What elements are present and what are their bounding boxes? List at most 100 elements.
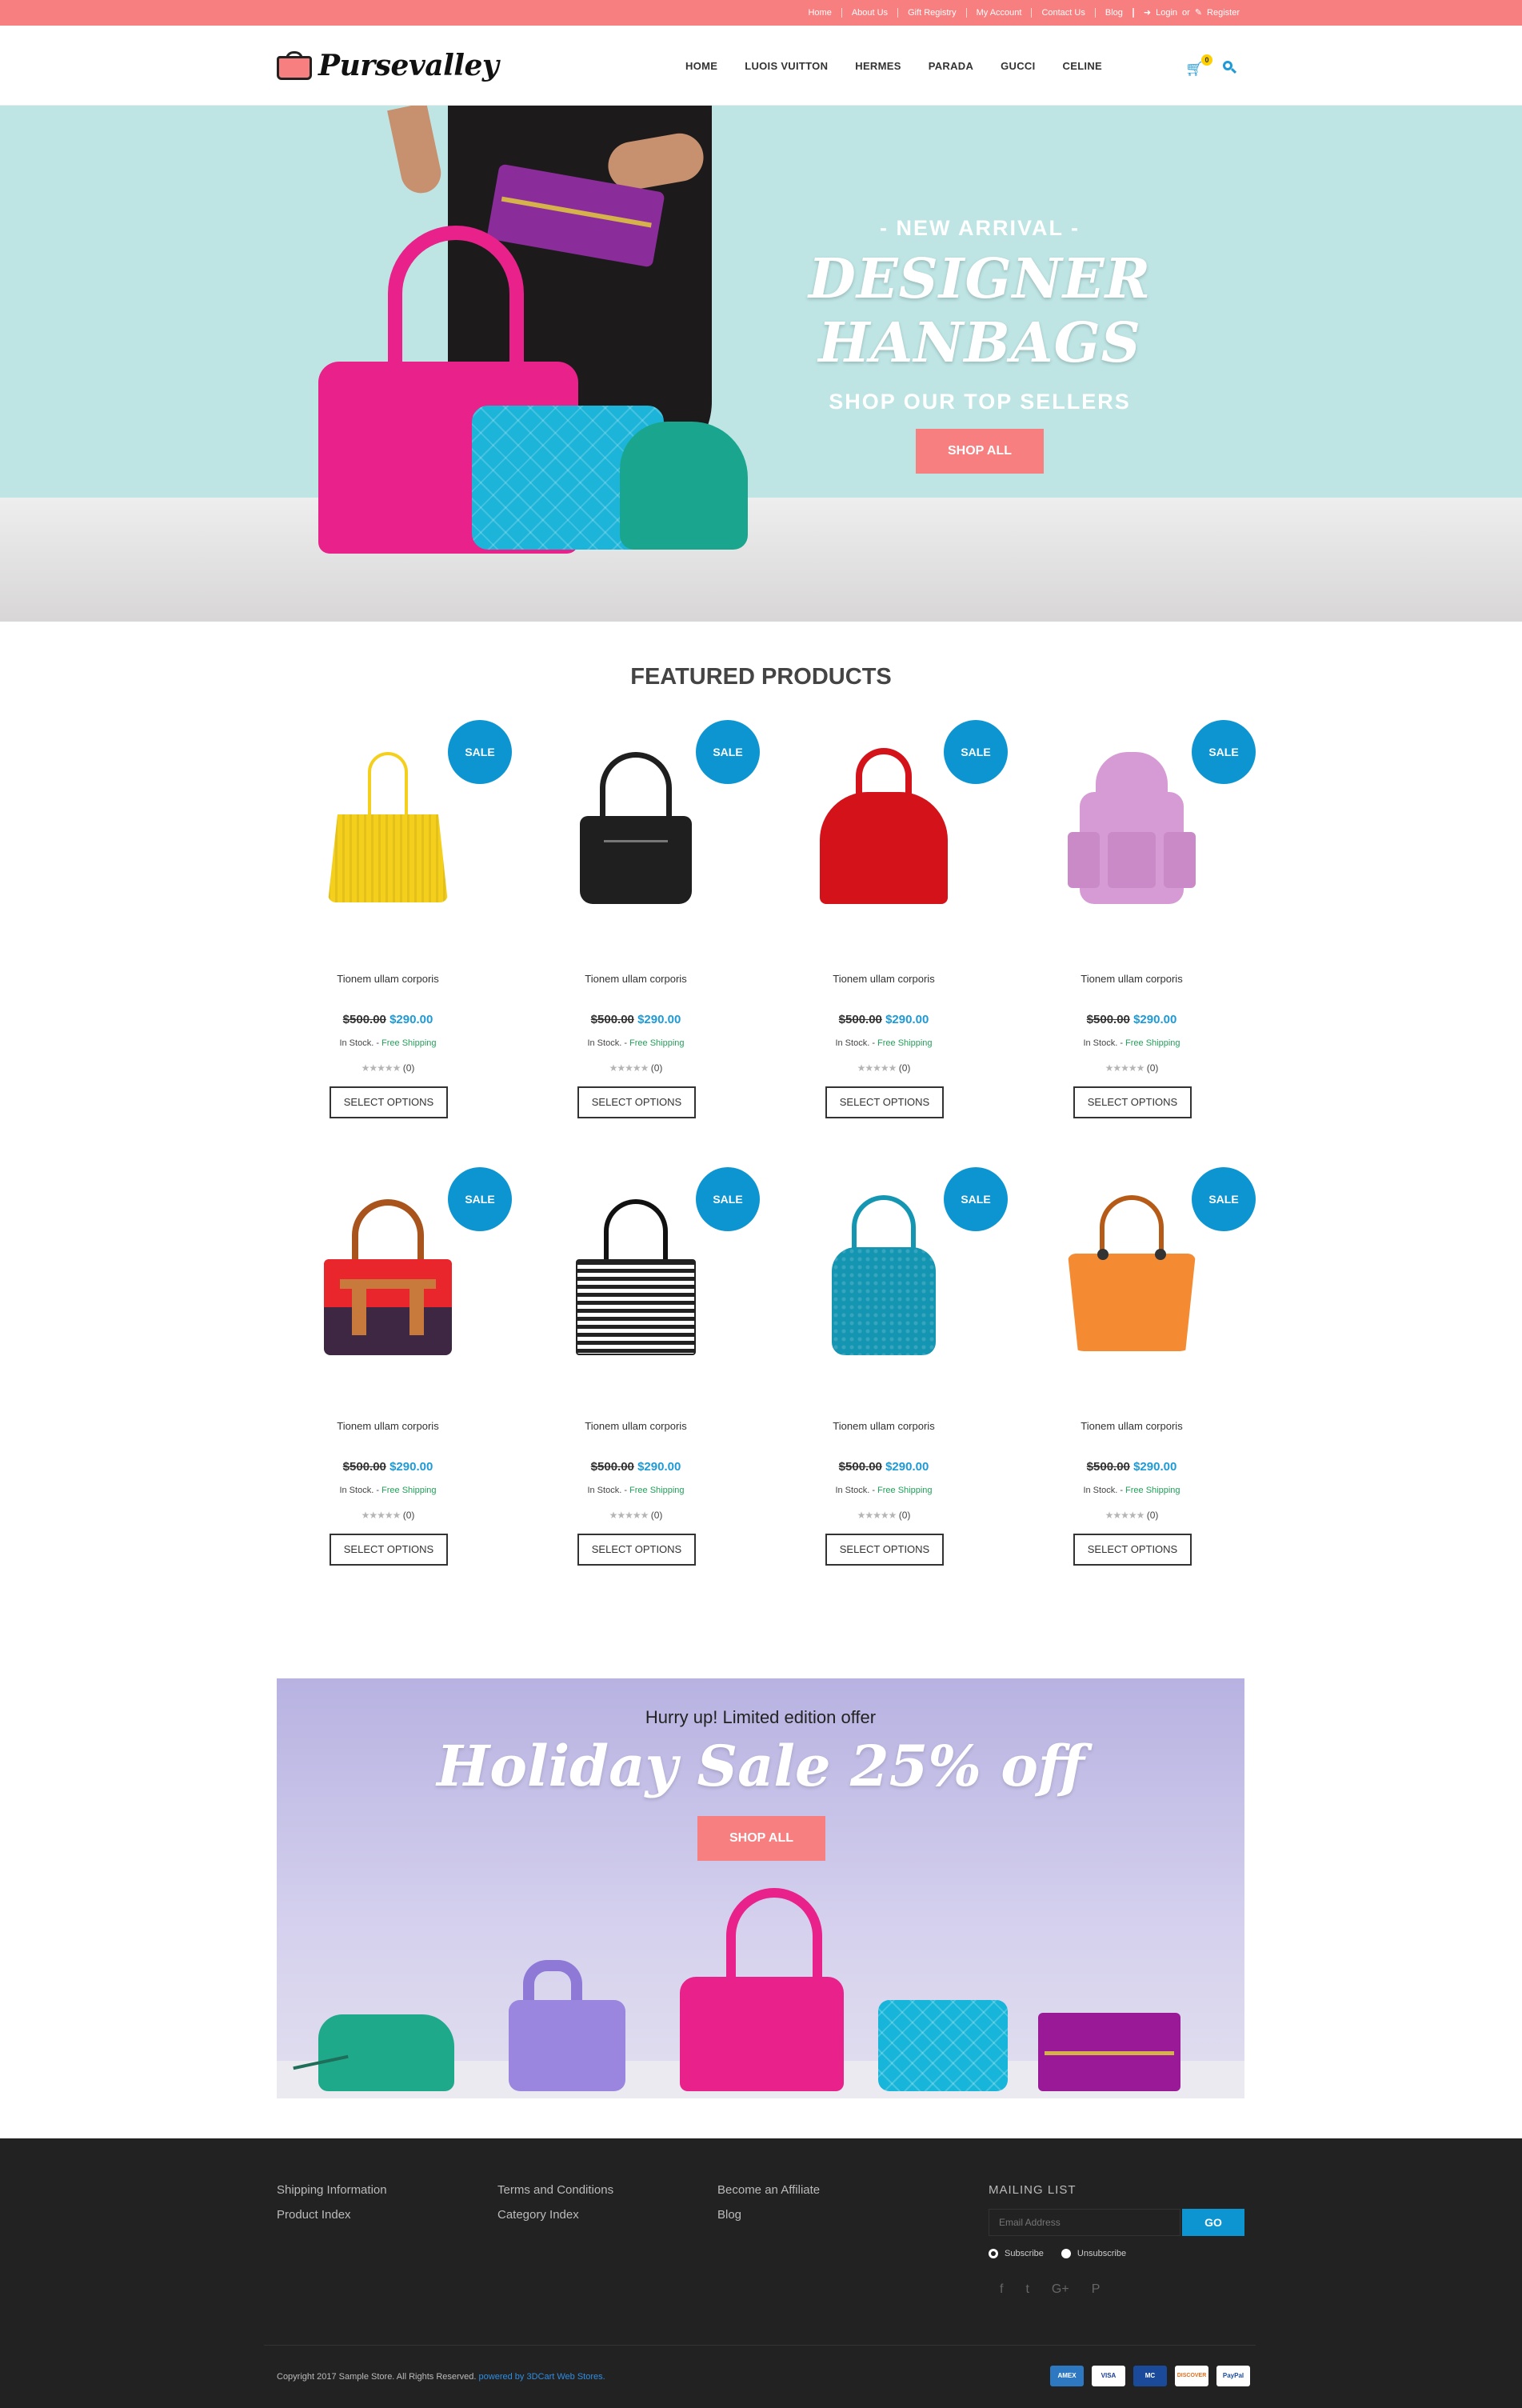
product-price: $500.00 $290.00 xyxy=(304,1013,472,1026)
top-link-about[interactable]: About Us xyxy=(842,8,899,18)
teal-bag-icon[interactable] xyxy=(816,1191,952,1367)
black-handbag-icon[interactable] xyxy=(568,744,704,920)
footer-link-terms[interactable]: Terms and Conditions xyxy=(497,2183,613,2197)
top-link-gift-registry[interactable]: Gift Registry xyxy=(898,8,967,18)
red-handbag-icon[interactable] xyxy=(816,744,952,920)
stock-info: In Stock. - Free Shipping xyxy=(304,1038,472,1048)
nav-item-gucci[interactable]: GUCCI xyxy=(987,60,1049,72)
powered-by-link[interactable]: powered by 3DCart Web Stores. xyxy=(479,2372,605,2382)
product-name[interactable]: Tionem ullam corporis xyxy=(1048,1420,1216,1432)
top-link-home[interactable]: Home xyxy=(798,8,842,18)
footer-link-shipping[interactable]: Shipping Information xyxy=(277,2183,387,2197)
nav-item-louis-vuitton[interactable]: LUOIS VUITTON xyxy=(731,60,841,72)
review-count: (0) xyxy=(1146,1510,1159,1521)
footer-link-category-index[interactable]: Category Index xyxy=(497,2208,613,2222)
subscribe-go-button[interactable]: GO xyxy=(1182,2209,1244,2236)
stock-status: In Stock. xyxy=(339,1486,374,1495)
product-rating: ★★★★★ (0) xyxy=(800,1062,968,1074)
free-shipping-label: Free Shipping xyxy=(381,1038,437,1048)
old-price: $500.00 xyxy=(1086,1460,1130,1474)
yellow-tote-icon[interactable] xyxy=(320,744,456,920)
product-rating: ★★★★★ (0) xyxy=(800,1510,968,1521)
cart-button[interactable]: 🛒︎ 0 xyxy=(1184,54,1212,77)
register-link[interactable]: Register xyxy=(1207,8,1240,18)
visa-icon: VISA xyxy=(1092,2366,1125,2386)
stock-info: In Stock. - Free Shipping xyxy=(552,1486,720,1495)
top-links: Home About Us Gift Registry My Account C… xyxy=(798,0,1240,26)
striped-tote-icon[interactable] xyxy=(568,1191,704,1367)
product-card[interactable]: SALE Tionem ullam corporis $500.00 $290.00… xyxy=(1048,1167,1256,1567)
pink-bag-image xyxy=(680,1977,844,2091)
free-shipping-label: Free Shipping xyxy=(629,1038,685,1048)
stock-info: In Stock. - Free Shipping xyxy=(304,1486,472,1495)
twitter-icon[interactable]: t xyxy=(1025,2282,1029,2297)
product-card[interactable]: SALE Tionem ullam corporis $500.00 $290.00… xyxy=(800,1167,1008,1567)
product-price: $500.00 $290.00 xyxy=(1048,1013,1216,1026)
select-options-button[interactable]: SELECT OPTIONS xyxy=(1073,1534,1192,1566)
orange-handbag-icon[interactable] xyxy=(1064,1191,1200,1367)
rating-stars-icon: ★★★★★ xyxy=(361,1510,401,1521)
sale-price: $290.00 xyxy=(885,1013,929,1026)
product-name[interactable]: Tionem ullam corporis xyxy=(800,1420,968,1432)
product-name[interactable]: Tionem ullam corporis xyxy=(304,973,472,985)
footer-link-product-index[interactable]: Product Index xyxy=(277,2208,387,2222)
select-options-button[interactable]: SELECT OPTIONS xyxy=(330,1086,448,1118)
free-shipping-label: Free Shipping xyxy=(381,1486,437,1495)
green-bag-image xyxy=(318,2014,454,2091)
nav-item-parada[interactable]: PARADA xyxy=(915,60,987,72)
multicolor-handbag-icon[interactable] xyxy=(320,1191,456,1367)
select-options-button[interactable]: SELECT OPTIONS xyxy=(577,1086,696,1118)
select-options-button[interactable]: SELECT OPTIONS xyxy=(825,1086,944,1118)
product-name[interactable]: Tionem ullam corporis xyxy=(552,973,720,985)
google-plus-icon[interactable]: G+ xyxy=(1052,2282,1069,2297)
stock-separator: - xyxy=(376,1038,379,1048)
nav-item-celine[interactable]: CELINE xyxy=(1049,60,1116,72)
payment-methods: AMEX VISA MC DISCOVER PayPal xyxy=(1050,2366,1250,2386)
stock-separator: - xyxy=(872,1038,875,1048)
product-name[interactable]: Tionem ullam corporis xyxy=(552,1420,720,1432)
email-field[interactable] xyxy=(989,2209,1180,2236)
select-options-button[interactable]: SELECT OPTIONS xyxy=(330,1534,448,1566)
subscribe-radio[interactable]: Subscribe xyxy=(989,2249,1044,2258)
top-link-blog[interactable]: Blog xyxy=(1096,8,1133,18)
copyright: Copyright 2017 Sample Store. All Rights … xyxy=(277,2372,605,2382)
stock-status: In Stock. xyxy=(1083,1486,1118,1495)
product-card[interactable]: SALE Tionem ullam corporis $500.00 $290.00… xyxy=(304,1167,512,1567)
stock-separator: - xyxy=(1120,1486,1123,1495)
login-link[interactable]: Login xyxy=(1156,8,1177,18)
product-rating: ★★★★★ (0) xyxy=(1048,1510,1216,1521)
logo[interactable]: Pursevalley xyxy=(277,45,499,86)
hero-title: DESIGNER HANBAGS xyxy=(808,247,1152,375)
pinterest-icon[interactable]: P xyxy=(1092,2282,1101,2297)
facebook-icon[interactable]: f xyxy=(1000,2282,1003,2297)
select-options-button[interactable]: SELECT OPTIONS xyxy=(825,1534,944,1566)
footer-link-affiliate[interactable]: Become an Affiliate xyxy=(717,2183,820,2197)
footer-link-blog[interactable]: Blog xyxy=(717,2208,820,2222)
product-card[interactable]: SALE Tionem ullam corporis $500.00 $290.00… xyxy=(304,720,512,1120)
nav-item-home[interactable]: HOME xyxy=(672,60,731,72)
amex-icon: AMEX xyxy=(1050,2366,1084,2386)
hero-shop-all-button[interactable]: SHOP ALL xyxy=(916,429,1044,474)
hero-floor xyxy=(0,498,1522,622)
unsubscribe-radio[interactable]: Unsubscribe xyxy=(1061,2249,1126,2258)
promo-shop-all-button[interactable]: SHOP ALL xyxy=(697,1816,825,1861)
rating-stars-icon: ★★★★★ xyxy=(857,1510,897,1521)
product-card[interactable]: SALE Tionem ullam corporis $500.00 $290.00… xyxy=(552,1167,760,1567)
top-link-my-account[interactable]: My Account xyxy=(967,8,1033,18)
product-card[interactable]: SALE Tionem ullam corporis $500.00 $290.00… xyxy=(1048,720,1256,1120)
pink-backpack-icon[interactable] xyxy=(1064,744,1200,920)
select-options-button[interactable]: SELECT OPTIONS xyxy=(1073,1086,1192,1118)
footer-col-3: Become an Affiliate Blog xyxy=(717,2183,820,2233)
footer-col-1: Shipping Information Product Index xyxy=(277,2183,387,2233)
product-card[interactable]: SALE Tionem ullam corporis $500.00 $290.00… xyxy=(800,720,1008,1120)
unsubscribe-label: Unsubscribe xyxy=(1077,2249,1127,2258)
search-icon[interactable] xyxy=(1223,61,1237,75)
product-name[interactable]: Tionem ullam corporis xyxy=(800,973,968,985)
stock-status: In Stock. xyxy=(1083,1038,1118,1048)
nav-item-hermes[interactable]: HERMES xyxy=(841,60,914,72)
product-name[interactable]: Tionem ullam corporis xyxy=(1048,973,1216,985)
top-link-contact[interactable]: Contact Us xyxy=(1032,8,1096,18)
product-name[interactable]: Tionem ullam corporis xyxy=(304,1420,472,1432)
select-options-button[interactable]: SELECT OPTIONS xyxy=(577,1534,696,1566)
product-card[interactable]: SALE Tionem ullam corporis $500.00 $290.00… xyxy=(552,720,760,1120)
